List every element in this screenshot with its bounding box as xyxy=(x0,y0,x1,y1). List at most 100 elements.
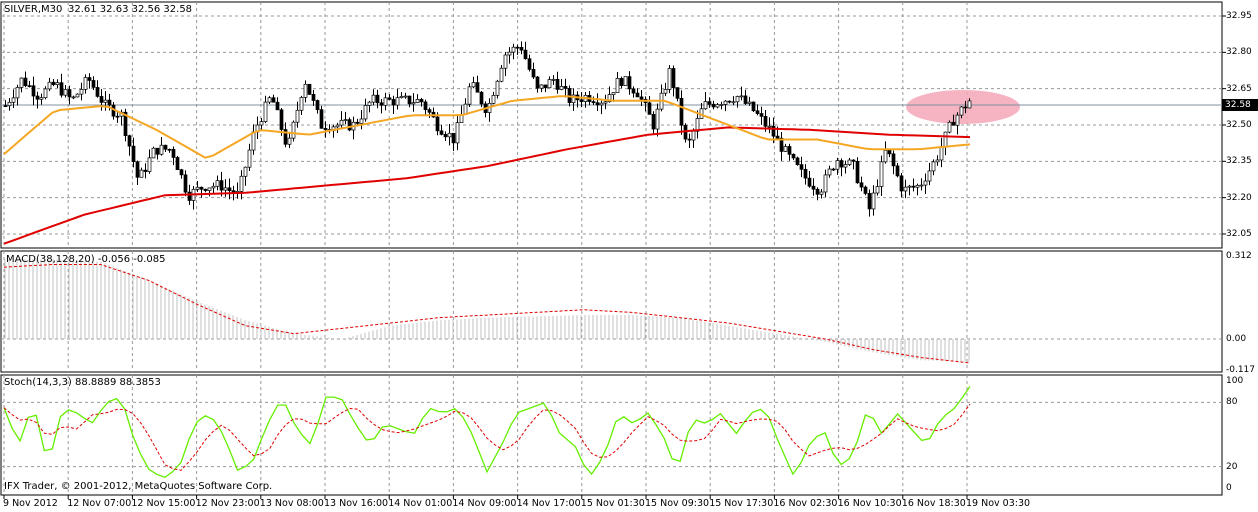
candle-body xyxy=(535,76,540,89)
time-tick-label: 13 Nov 08:00 xyxy=(259,498,324,509)
candle-body xyxy=(499,67,504,82)
candle-body xyxy=(631,88,636,94)
candle-body xyxy=(79,89,84,95)
candle-body xyxy=(711,103,716,108)
candle-body xyxy=(59,82,64,96)
candle-body xyxy=(43,88,48,99)
candle-body xyxy=(67,89,72,98)
candle-body xyxy=(135,161,140,178)
time-tick-label: 14 Nov 01:00 xyxy=(388,498,453,509)
candle-body xyxy=(239,175,244,192)
macd-tick-label: -0.117 xyxy=(1226,365,1256,376)
candle-body xyxy=(375,94,380,104)
candle-body xyxy=(11,97,16,103)
candle-body xyxy=(439,130,444,135)
candle-body xyxy=(75,93,80,98)
candle-body xyxy=(723,100,728,105)
candle-body xyxy=(959,106,964,116)
candle-body xyxy=(15,87,20,99)
header-ohlc: 32.61 32.63 32.56 32.58 xyxy=(68,4,193,15)
candle-body xyxy=(167,148,172,151)
candle-body xyxy=(943,131,948,148)
copyright: IFX Trader, © 2001-2012, MetaQuotes Soft… xyxy=(4,481,273,492)
time-tick-label: 12 Nov 15:00 xyxy=(131,498,196,509)
candle-body xyxy=(739,95,744,98)
candle-body xyxy=(23,77,28,86)
candle-body xyxy=(35,95,40,100)
candle-body xyxy=(839,160,844,168)
candle-body xyxy=(767,125,772,128)
candle-body xyxy=(831,168,836,171)
chart-canvas[interactable] xyxy=(0,0,1258,512)
candle-body xyxy=(911,185,916,188)
candle-body xyxy=(867,193,872,210)
candle-body xyxy=(387,97,392,100)
candle-body xyxy=(279,109,284,130)
candle-body xyxy=(599,102,604,106)
candle-body xyxy=(835,160,840,170)
candle-body xyxy=(847,159,852,165)
chart-window[interactable]: SILVER,M30 32.61 32.63 32.56 32.58 MACD(… xyxy=(0,0,1258,512)
candle-body xyxy=(427,109,432,113)
candle-body xyxy=(99,96,104,103)
candle-body xyxy=(391,99,396,106)
candle-body xyxy=(367,101,372,106)
candle-body xyxy=(475,82,480,93)
candle-body xyxy=(883,149,888,163)
candle-body xyxy=(275,101,280,111)
candle-body xyxy=(455,122,460,144)
candle-body xyxy=(579,99,584,102)
candle-body xyxy=(615,78,620,93)
stoch-main-line xyxy=(3,386,971,479)
candle-body xyxy=(651,114,656,130)
candle-body xyxy=(627,76,632,90)
candle-body xyxy=(147,157,152,172)
candle-body xyxy=(443,134,448,138)
candle-body xyxy=(791,153,796,159)
candle-body xyxy=(951,121,956,126)
candle-body xyxy=(715,104,720,108)
candle-body xyxy=(199,186,204,190)
candle-body xyxy=(827,168,832,176)
candle-body xyxy=(559,86,564,90)
candle-body xyxy=(63,89,68,96)
candle-body xyxy=(531,69,536,78)
candle-body xyxy=(207,187,212,191)
candle-body xyxy=(727,100,732,103)
candle-body xyxy=(855,160,860,184)
candle-body xyxy=(491,94,496,104)
candle-body xyxy=(903,186,908,192)
candle-body xyxy=(963,106,968,109)
candle-body xyxy=(879,161,884,187)
candle-body xyxy=(83,77,88,90)
candle-body xyxy=(819,191,824,195)
candle-body xyxy=(247,149,252,168)
candle-body xyxy=(811,185,816,190)
macd-tick-label: 0.00 xyxy=(1226,334,1247,344)
candle-body xyxy=(687,138,692,141)
candle-body xyxy=(159,144,164,155)
candle-body xyxy=(263,101,268,122)
candle-body xyxy=(419,99,424,103)
candle-body xyxy=(647,102,652,115)
candle-body xyxy=(783,146,788,152)
candle-body xyxy=(355,121,360,124)
candle-body xyxy=(639,96,644,100)
candle-body xyxy=(875,186,880,194)
candle-body xyxy=(635,92,640,98)
stoch-label: Stoch(14,3,3) 88.8889 88.3853 xyxy=(4,377,161,388)
candle-body xyxy=(923,180,928,186)
candle-body xyxy=(307,83,312,95)
candle-body xyxy=(399,96,404,99)
candle-body xyxy=(343,119,348,121)
candle-body xyxy=(379,102,384,106)
candle-body xyxy=(939,146,944,161)
candle-body xyxy=(411,102,416,105)
candle-body xyxy=(667,68,672,90)
candle-body xyxy=(139,169,144,178)
price-tick-label: 32.05 xyxy=(1226,228,1252,239)
candle-body xyxy=(87,77,92,81)
candle-body xyxy=(103,99,108,103)
candle-body xyxy=(467,86,472,105)
price-tick-label: 32.20 xyxy=(1226,192,1252,203)
